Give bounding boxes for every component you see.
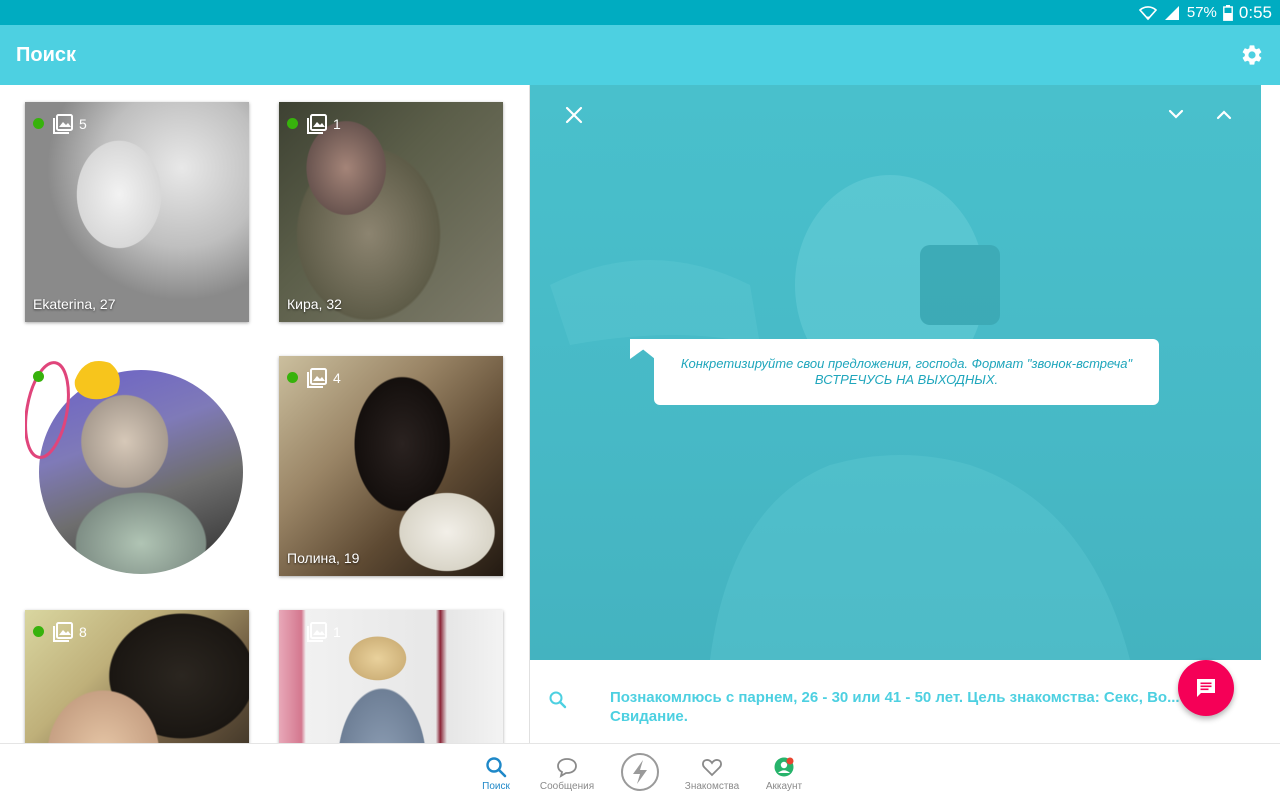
nav-label: Сообщения xyxy=(539,781,595,792)
search-icon xyxy=(486,757,507,778)
account-icon xyxy=(774,757,794,777)
profile-card[interactable]: 4 Полина, 19 xyxy=(279,356,503,576)
profile-card[interactable] xyxy=(25,355,249,575)
app-bar: Поиск xyxy=(0,25,1280,85)
status-bubble: Конкретизируйте свои предложения, господ… xyxy=(654,339,1159,405)
profile-card[interactable]: 5 Ekaterina, 27 xyxy=(25,102,249,322)
photo-count: 1 xyxy=(307,622,341,642)
dating-intent-text: Познакомлюсь с парнем, 26 - 30 или 41 - … xyxy=(610,689,1180,725)
message-icon xyxy=(1197,679,1215,697)
online-indicator xyxy=(287,118,298,129)
profile-photo xyxy=(25,102,249,322)
photo-count: 5 xyxy=(53,114,87,134)
photo-library-icon xyxy=(53,622,73,642)
bottom-navigation: Поиск Сообщения Знакомства Аккаунт xyxy=(0,743,1280,800)
nav-search[interactable]: Поиск xyxy=(460,744,532,801)
nav-boost[interactable] xyxy=(604,744,676,801)
battery-icon xyxy=(1223,4,1233,21)
signal-icon xyxy=(1164,5,1179,20)
online-indicator xyxy=(33,626,44,637)
nav-messages[interactable]: Сообщения xyxy=(531,744,603,801)
nav-label: Аккаунт xyxy=(765,781,803,792)
lightning-icon xyxy=(621,753,659,791)
battery-percent: 57% xyxy=(1186,4,1217,21)
sticker-decoration xyxy=(25,361,120,459)
wifi-icon xyxy=(1138,5,1157,20)
status-text-line1: Конкретизируйте свои предложения, господ… xyxy=(680,356,1133,371)
photo-library-icon xyxy=(53,114,73,134)
status-text-line2: ВСТРЕЧУСЬ НА ВЫХОДНЫХ. xyxy=(814,372,999,387)
profile-card[interactable]: 1 Кира, 32 xyxy=(279,102,503,322)
photo-count: 8 xyxy=(53,622,87,642)
profile-hero-photo: Конкретизируйте свои предложения, господ… xyxy=(530,85,1261,660)
clock: 0:55 xyxy=(1238,2,1272,22)
photo-count: 1 xyxy=(307,114,341,134)
nav-label: Знакомства xyxy=(684,781,740,792)
send-message-button[interactable] xyxy=(1178,660,1234,716)
online-indicator xyxy=(33,118,44,129)
profile-photo xyxy=(279,356,503,576)
chat-bubble-icon xyxy=(557,758,577,778)
nav-label: Поиск xyxy=(482,781,510,792)
profile-card[interactable]: 1 xyxy=(279,610,503,743)
nav-encounters[interactable]: Знакомства xyxy=(676,744,748,801)
online-indicator xyxy=(287,372,298,383)
page-title: Поиск xyxy=(16,43,77,66)
online-indicator xyxy=(33,371,44,382)
status-bar: 57% 0:55 xyxy=(0,0,1280,25)
chevron-down-icon[interactable] xyxy=(1166,107,1186,123)
chevron-up-icon[interactable] xyxy=(1214,107,1234,123)
profile-detail-panel: Конкретизируйте свои предложения, господ… xyxy=(529,85,1261,743)
profile-name: Ekaterina, 27 xyxy=(33,296,116,312)
gear-icon[interactable] xyxy=(1240,43,1264,67)
photo-library-icon xyxy=(307,622,327,642)
photo-count: 4 xyxy=(307,368,341,388)
profile-name: Кира, 32 xyxy=(287,296,342,312)
photo-library-icon xyxy=(307,114,327,134)
close-icon[interactable] xyxy=(564,105,584,125)
nav-account[interactable]: Аккаунт xyxy=(748,744,820,801)
profile-photo xyxy=(279,102,503,322)
search-icon xyxy=(549,691,567,709)
search-results-grid: 5 Ekaterina, 27 1 Кира, 32 4 Полина, 19 xyxy=(0,85,528,743)
profile-card[interactable]: 8 xyxy=(25,610,249,743)
photo-library-icon xyxy=(307,368,327,388)
profile-name: Полина, 19 xyxy=(287,550,360,566)
dating-intent-section: Познакомлюсь с парнем, 26 - 30 или 41 - … xyxy=(530,660,1261,743)
heart-icon xyxy=(702,759,722,777)
